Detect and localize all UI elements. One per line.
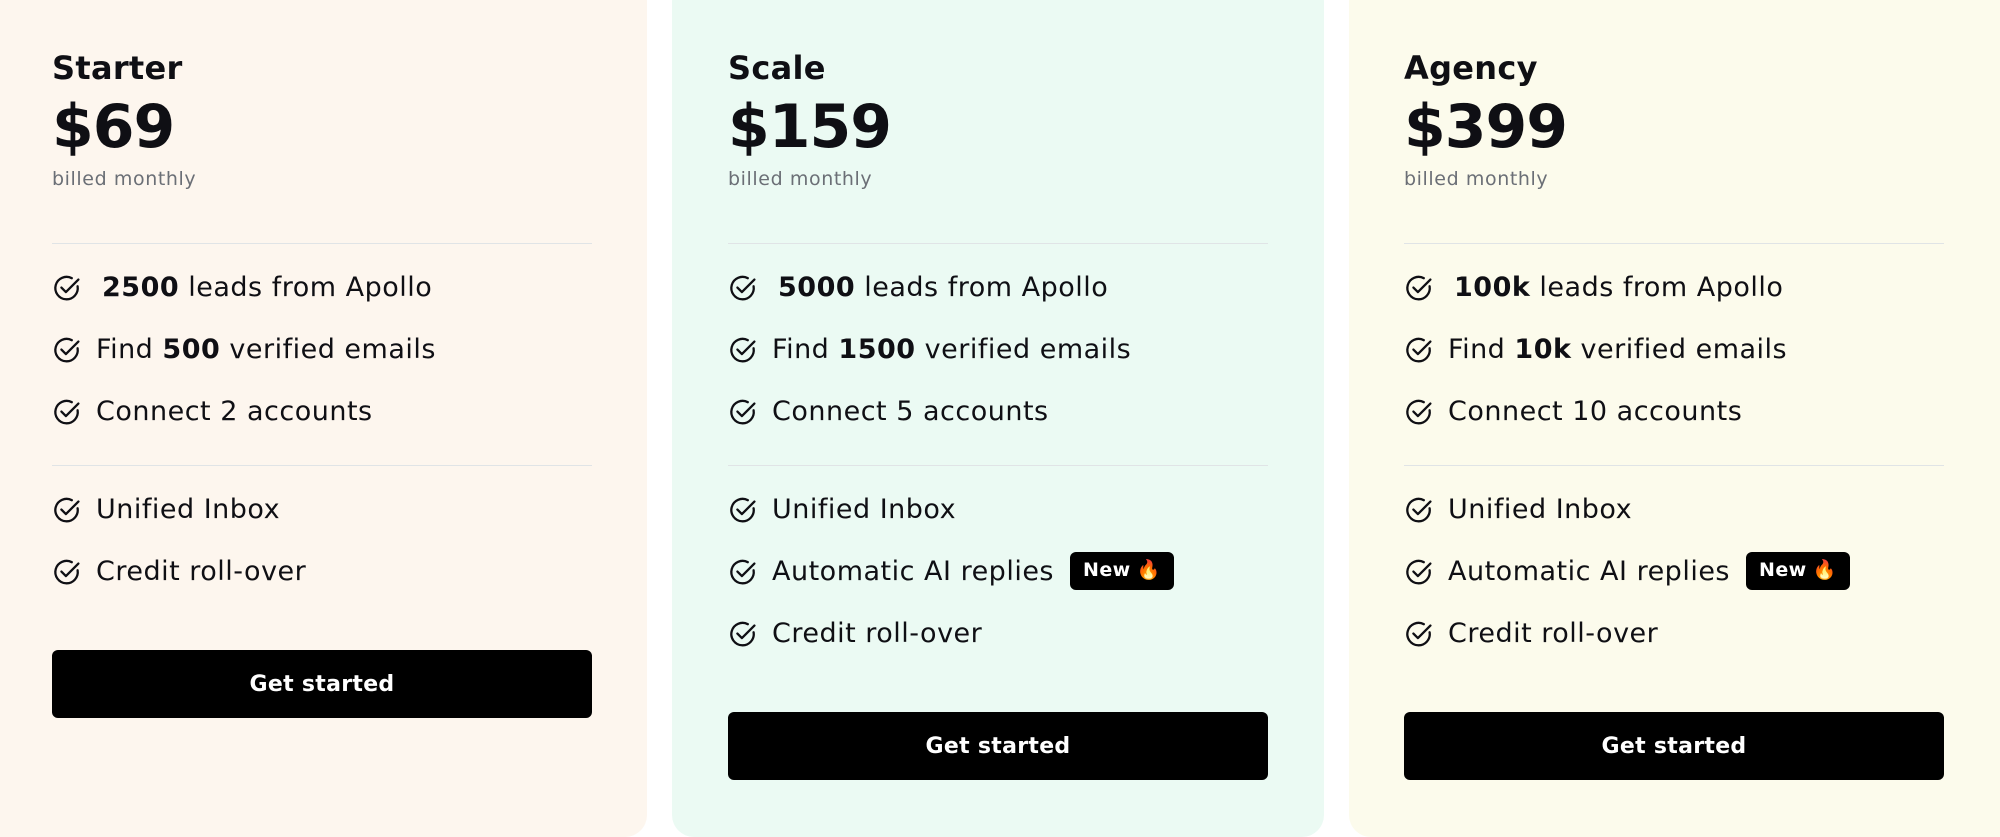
feature-text: Find 500 verified emails (96, 332, 436, 363)
feature-list-extras: Unified Inbox Automatic AI replies New 🔥 … (728, 492, 1174, 678)
feature-accounts: Connect 5 accounts (728, 394, 1131, 456)
pricing-card-starter: Starter $69 billed monthly 2500 leads fr… (0, 0, 647, 837)
feature-accounts: Connect 2 accounts (52, 394, 436, 456)
feature-unified-inbox: Unified Inbox (728, 492, 1174, 554)
divider (728, 243, 1268, 244)
feature-list-usage: 5000 leads from Apollo Find 1500 verifie… (728, 270, 1131, 456)
divider (1404, 465, 1944, 466)
check-circle-icon (52, 397, 82, 427)
plan-price: $399 (1404, 92, 1568, 162)
check-circle-icon (728, 619, 758, 649)
check-circle-icon (52, 335, 82, 365)
feature-text: Connect 5 accounts (772, 396, 1049, 427)
check-circle-icon (728, 557, 758, 587)
check-circle-icon (1404, 397, 1434, 427)
plan-price: $69 (52, 92, 175, 162)
emails-prefix: Find (96, 334, 154, 365)
feature-list-usage: 2500 leads from Apollo Find 500 verified… (52, 270, 436, 456)
feature-text: Credit roll-over (1448, 618, 1659, 649)
new-badge: New 🔥 (1070, 552, 1174, 590)
feature-accounts: Connect 10 accounts (1404, 394, 1787, 456)
feature-leads: 5000 leads from Apollo (728, 270, 1131, 332)
get-started-button[interactable]: Get started (1404, 712, 1944, 780)
feature-credit-rollover: Credit roll-over (52, 554, 306, 616)
emails-value: 1500 (838, 334, 916, 365)
feature-ai-replies: Automatic AI replies New 🔥 (728, 552, 1174, 616)
divider (52, 243, 592, 244)
check-circle-icon (1404, 335, 1434, 365)
feature-leads: 2500 leads from Apollo (52, 270, 436, 332)
feature-text: Credit roll-over (772, 618, 983, 649)
feature-emails: Find 1500 verified emails (728, 332, 1131, 394)
check-circle-icon (728, 495, 758, 525)
check-circle-icon (1404, 557, 1434, 587)
get-started-button[interactable]: Get started (728, 712, 1268, 780)
divider (728, 465, 1268, 466)
fire-icon: 🔥 (1136, 559, 1161, 581)
pricing-card-agency: Agency $399 billed monthly 100k leads fr… (1349, 0, 2000, 837)
feature-text: 5000 leads from Apollo (772, 270, 1108, 301)
feature-unified-inbox: Unified Inbox (1404, 492, 1850, 554)
feature-text: 100k leads from Apollo (1448, 270, 1783, 301)
feature-emails: Find 500 verified emails (52, 332, 436, 394)
fire-icon: 🔥 (1812, 559, 1837, 581)
feature-text: Credit roll-over (96, 556, 307, 587)
billing-period: billed monthly (52, 168, 197, 190)
plan-price: $159 (728, 92, 892, 162)
leads-suffix: leads from Apollo (864, 272, 1109, 303)
emails-prefix: Find (1448, 334, 1506, 365)
feature-list-usage: 100k leads from Apollo Find 10k verified… (1404, 270, 1787, 456)
leads-value: 2500 (102, 272, 180, 303)
feature-list-extras: Unified Inbox Credit roll-over (52, 492, 306, 616)
plan-name: Scale (728, 49, 826, 87)
feature-unified-inbox: Unified Inbox (52, 492, 306, 554)
feature-credit-rollover: Credit roll-over (728, 616, 1174, 678)
feature-text: Connect 10 accounts (1448, 396, 1743, 427)
emails-suffix: verified emails (1580, 334, 1788, 365)
emails-suffix: verified emails (229, 334, 436, 365)
check-circle-icon (728, 397, 758, 427)
check-circle-icon (52, 495, 82, 525)
emails-suffix: verified emails (924, 334, 1132, 365)
feature-text: Automatic AI replies (772, 556, 1055, 587)
get-started-button[interactable]: Get started (52, 650, 592, 718)
emails-prefix: Find (772, 334, 830, 365)
feature-text: Connect 2 accounts (96, 396, 373, 427)
leads-value: 100k (1454, 272, 1531, 303)
feature-emails: Find 10k verified emails (1404, 332, 1787, 394)
check-circle-icon (52, 273, 82, 303)
divider (1404, 243, 1944, 244)
emails-value: 10k (1514, 334, 1572, 365)
feature-text: Unified Inbox (96, 494, 281, 525)
feature-list-extras: Unified Inbox Automatic AI replies New 🔥 … (1404, 492, 1850, 678)
plan-name: Agency (1404, 49, 1538, 87)
billing-period: billed monthly (728, 168, 873, 190)
emails-value: 500 (162, 334, 221, 365)
feature-text: Unified Inbox (772, 494, 957, 525)
new-badge: New 🔥 (1746, 552, 1850, 590)
leads-value: 5000 (778, 272, 856, 303)
leads-suffix: leads from Apollo (188, 272, 433, 303)
check-circle-icon (1404, 619, 1434, 649)
plan-name: Starter (52, 49, 183, 87)
feature-text: 2500 leads from Apollo (96, 270, 432, 301)
check-circle-icon (728, 273, 758, 303)
feature-ai-replies: Automatic AI replies New 🔥 (1404, 552, 1850, 616)
feature-text: Automatic AI replies (1448, 556, 1731, 587)
billing-period: billed monthly (1404, 168, 1549, 190)
badge-label: New (1083, 559, 1131, 581)
check-circle-icon (728, 335, 758, 365)
badge-label: New (1759, 559, 1807, 581)
check-circle-icon (1404, 495, 1434, 525)
feature-leads: 100k leads from Apollo (1404, 270, 1787, 332)
check-circle-icon (52, 557, 82, 587)
feature-text: Find 1500 verified emails (772, 332, 1131, 363)
divider (52, 465, 592, 466)
feature-text: Unified Inbox (1448, 494, 1633, 525)
check-circle-icon (1404, 273, 1434, 303)
leads-suffix: leads from Apollo (1539, 272, 1784, 303)
pricing-card-scale: Scale $159 billed monthly 5000 leads fro… (672, 0, 1324, 837)
feature-credit-rollover: Credit roll-over (1404, 616, 1850, 678)
feature-text: Find 10k verified emails (1448, 332, 1787, 363)
